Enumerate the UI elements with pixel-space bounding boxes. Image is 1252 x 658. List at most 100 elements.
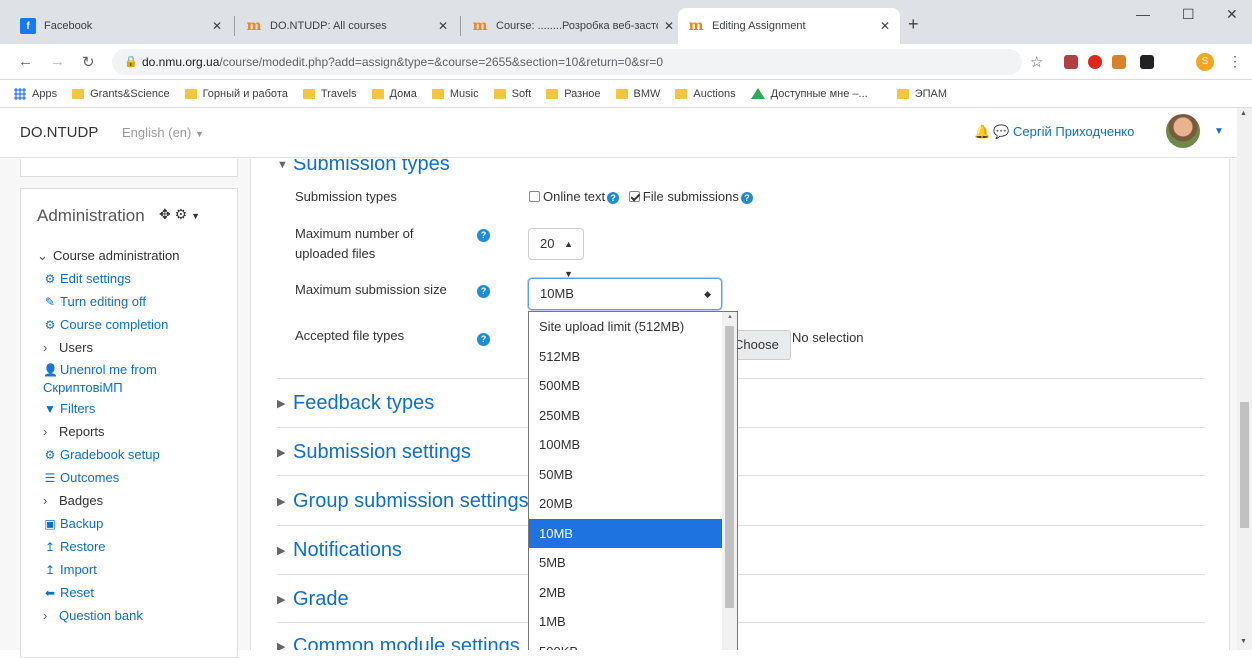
extension-icon[interactable] — [1112, 55, 1126, 69]
tab-course[interactable]: m Course: ........Розробка веб-застос ✕ — [462, 8, 684, 44]
section-submission-settings[interactable]: ▶ Submission settings — [277, 441, 471, 464]
new-tab-icon[interactable]: + — [908, 14, 919, 35]
max-files-select[interactable]: 20 ▲ ▼ — [528, 228, 584, 279]
tree-item-unenrol[interactable]: 👤 Unenrol me from СкриптовіМП — [37, 359, 233, 397]
online-text-checkbox[interactable] — [529, 191, 540, 203]
dropdown-option[interactable]: 512MB — [529, 342, 723, 372]
close-tab-icon[interactable]: ✕ — [438, 19, 448, 33]
user-avatar[interactable] — [1166, 114, 1200, 148]
section-feedback-types[interactable]: ▶ Feedback types — [277, 392, 434, 415]
tree-item-edit-settings[interactable]: ⚙ Edit settings — [37, 267, 233, 290]
opera-extension-icon[interactable] — [1088, 55, 1102, 69]
bookmark-item[interactable]: Soft — [493, 88, 531, 100]
bookmark-item[interactable]: Доступные мне –... — [750, 88, 868, 100]
help-icon[interactable]: ? — [477, 333, 490, 346]
block-controls[interactable]: ✥ ⚙ ▼ — [159, 206, 200, 223]
bookmark-item[interactable]: Travels — [302, 88, 357, 100]
dropdown-option[interactable]: 500KB — [529, 637, 723, 651]
close-window-icon[interactable]: ✕ — [1226, 6, 1238, 23]
scroll-up-icon[interactable]: ▲ — [1240, 110, 1247, 117]
user-name[interactable]: Сергій Приходченко — [1013, 124, 1134, 139]
tree-item-users[interactable]: › Users — [37, 336, 233, 359]
extension-icon[interactable] — [1140, 55, 1154, 69]
close-tab-icon[interactable]: ✕ — [664, 19, 674, 33]
language-menu[interactable]: English (en) ▼ — [122, 125, 204, 140]
section-grade[interactable]: ▶ Grade — [277, 588, 349, 611]
section-common-module[interactable]: ▶ Common module settings — [277, 635, 520, 650]
bell-icon[interactable]: 🔔 — [974, 124, 990, 140]
tab-all-courses[interactable]: m DO.NTUDP: All courses ✕ — [236, 8, 458, 44]
max-size-dropdown-list[interactable]: Site upload limit (512MB) 512MB 500MB 25… — [528, 311, 738, 650]
tree-item-outcomes[interactable]: ☰ Outcomes — [37, 466, 233, 489]
dropdown-option[interactable]: 2MB — [529, 578, 723, 608]
bookmark-item[interactable]: ЭПАМ — [896, 88, 947, 100]
maximize-icon[interactable]: ☐ — [1182, 6, 1195, 23]
profile-icon[interactable]: S — [1196, 53, 1214, 71]
forward-icon[interactable]: → — [50, 53, 65, 70]
menu-icon[interactable]: ⋮ — [1228, 53, 1242, 70]
folder-icon — [615, 88, 628, 99]
tree-item-question-bank[interactable]: › Question bank — [37, 604, 233, 627]
section-submission-types[interactable]: ▼ Submission types — [277, 159, 450, 176]
help-icon[interactable]: ? — [607, 191, 620, 204]
page-scrollbar[interactable]: ▲ ▼ — [1237, 108, 1252, 650]
bookmark-item[interactable]: Auctions — [675, 88, 736, 100]
scroll-up-icon[interactable]: ▲ — [727, 314, 733, 320]
bookmark-item[interactable]: Разное — [546, 88, 601, 100]
page-scrollbar-thumb[interactable] — [1240, 402, 1249, 528]
section-notifications[interactable]: ▶ Notifications — [277, 539, 402, 562]
bookmark-item[interactable]: Горный и работа — [184, 88, 288, 100]
bookmark-item[interactable]: Grants&Science — [72, 88, 170, 100]
tree-item-backup[interactable]: ▣ Backup — [37, 512, 233, 535]
section-group-submission[interactable]: ▶ Group submission settings — [277, 490, 529, 513]
tree-item-reset[interactable]: ⬅ Reset — [37, 581, 233, 604]
tab-editing-assignment[interactable]: m Editing Assignment ✕ — [678, 8, 900, 44]
help-icon[interactable]: ? — [740, 191, 753, 204]
tree-item-course-administration[interactable]: ⌄ Course administration — [37, 244, 233, 267]
dropdown-scrollbar-thumb[interactable] — [725, 326, 734, 608]
help-icon[interactable]: ? — [477, 285, 490, 298]
tree-item-filters[interactable]: ▼ Filters — [37, 397, 233, 420]
max-size-select[interactable]: 10MB ◆ — [528, 278, 722, 310]
tree-item-import[interactable]: ↥ Import — [37, 558, 233, 581]
caret-down-icon[interactable]: ▼ — [1214, 126, 1224, 137]
facebook-icon: f — [20, 18, 36, 34]
minimize-icon[interactable]: — — [1136, 6, 1150, 22]
help-icon[interactable]: ? — [477, 229, 490, 242]
bookmark-item[interactable]: Music — [431, 88, 479, 100]
tree-item-restore[interactable]: ↥ Restore — [37, 535, 233, 558]
dropdown-option[interactable]: 50MB — [529, 460, 723, 490]
tree-item-turn-editing-off[interactable]: ✎ Turn editing off — [37, 290, 233, 313]
dropdown-option[interactable]: 500MB — [529, 371, 723, 401]
messages-icon[interactable]: 💬 — [993, 124, 1009, 140]
close-tab-icon[interactable]: ✕ — [212, 19, 222, 33]
bookmark-apps[interactable]: Apps — [14, 87, 57, 100]
file-submissions-checkbox[interactable] — [628, 191, 640, 203]
dropdown-option[interactable]: 100MB — [529, 430, 723, 460]
pdf-extension-icon[interactable] — [1064, 55, 1078, 69]
tree-item-badges[interactable]: › Badges — [37, 489, 233, 512]
url-field[interactable]: 🔒 do.nmu.org.ua/course/modedit.php?add=a… — [112, 49, 1022, 75]
reload-icon[interactable]: ↻ — [82, 53, 95, 71]
caret-down-icon[interactable]: ▼ — [191, 211, 200, 221]
dropdown-option[interactable]: 1MB — [529, 607, 723, 637]
bookmark-item[interactable]: BMW — [615, 88, 660, 100]
tree-item-course-completion[interactable]: ⚙ Course completion — [37, 313, 233, 336]
tree-item-reports[interactable]: › Reports — [37, 420, 233, 443]
dropdown-option[interactable]: 5MB — [529, 548, 723, 578]
dropdown-option-highlighted[interactable]: 10MB — [529, 518, 723, 548]
dropdown-option[interactable]: 20MB — [529, 489, 723, 519]
close-tab-icon[interactable]: ✕ — [880, 19, 890, 33]
dropdown-option[interactable]: Site upload limit (512MB) — [529, 312, 723, 342]
back-icon[interactable]: ← — [18, 53, 33, 70]
chevron-right-icon: › — [43, 493, 48, 508]
site-brand[interactable]: DO.NTUDP — [20, 124, 98, 141]
dropdown-option[interactable]: 250MB — [529, 401, 723, 431]
bookmark-star-icon[interactable]: ☆ — [1030, 53, 1043, 71]
tab-facebook[interactable]: f Facebook ✕ — [10, 8, 232, 44]
gear-icon[interactable]: ⚙ — [175, 206, 188, 222]
scroll-down-icon[interactable]: ▼ — [1240, 638, 1247, 645]
move-icon[interactable]: ✥ — [159, 206, 171, 222]
bookmark-item[interactable]: Дома — [371, 88, 417, 100]
tree-item-gradebook-setup[interactable]: ⚙ Gradebook setup — [37, 443, 233, 466]
